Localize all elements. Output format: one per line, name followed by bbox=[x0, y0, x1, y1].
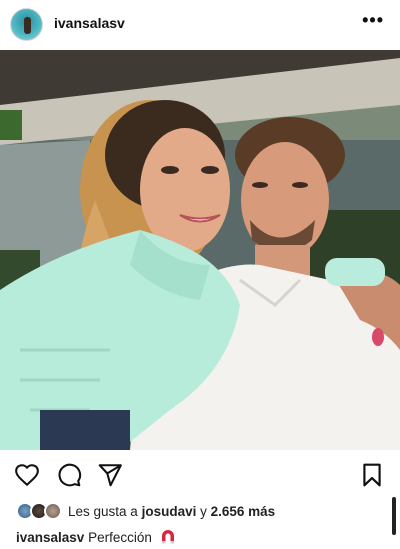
action-bar bbox=[0, 458, 400, 494]
caption-username[interactable]: ivansalasv bbox=[16, 530, 84, 545]
send-icon[interactable] bbox=[97, 462, 123, 488]
header-username[interactable]: ivansalasv bbox=[54, 15, 125, 31]
likes-row[interactable]: Les gusta a josudavi y 2.656 más bbox=[0, 500, 400, 524]
comment-icon[interactable] bbox=[56, 462, 82, 488]
bookmark-icon[interactable] bbox=[359, 462, 385, 488]
likes-summary: Les gusta a josudavi y 2.656 más bbox=[68, 504, 275, 519]
post-caption: ivansalasv Perfección bbox=[16, 529, 176, 545]
caption-text: Perfección bbox=[88, 530, 152, 545]
post-header: ivansalasv ••• bbox=[0, 0, 400, 50]
selfie-image bbox=[0, 50, 400, 450]
likes-prefix: Les gusta a bbox=[68, 504, 138, 519]
profile-avatar[interactable] bbox=[10, 8, 43, 41]
liker-username[interactable]: josudavi bbox=[142, 504, 197, 519]
more-options-icon[interactable]: ••• bbox=[362, 10, 384, 30]
magnet-icon bbox=[161, 530, 174, 544]
scrollbar[interactable] bbox=[392, 497, 396, 535]
likes-count[interactable]: 2.656 más bbox=[211, 504, 276, 519]
likes-connector: y bbox=[200, 504, 207, 519]
post-photo[interactable] bbox=[0, 50, 400, 450]
heart-icon[interactable] bbox=[14, 462, 40, 488]
liker-avatar bbox=[44, 502, 62, 520]
